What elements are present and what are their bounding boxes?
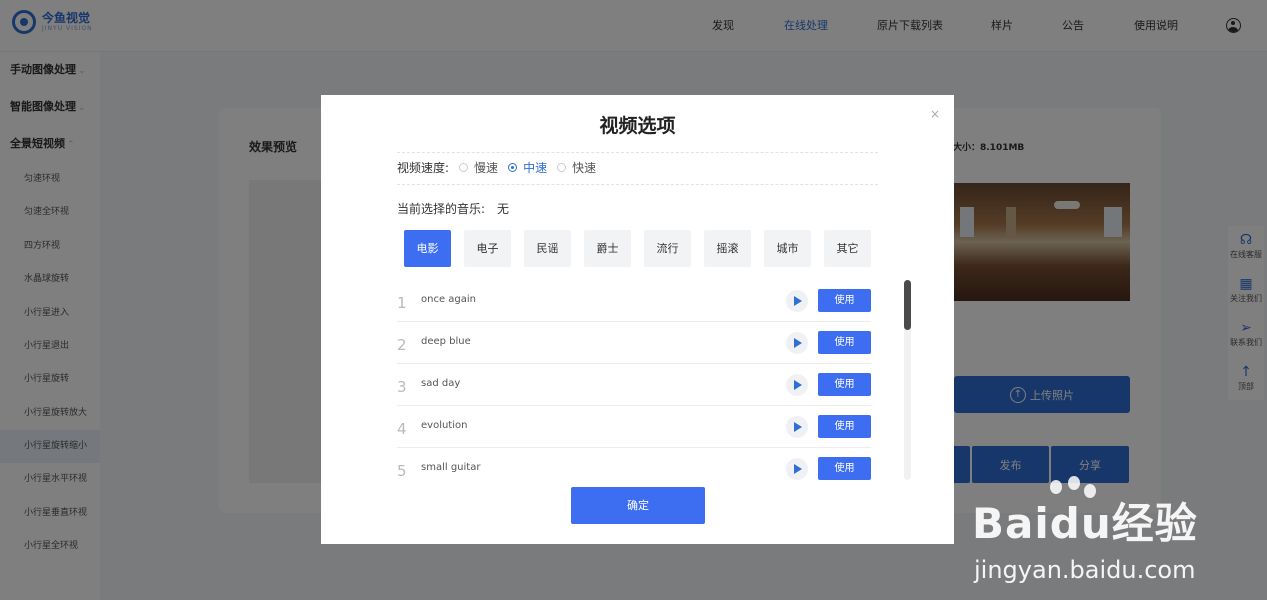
divider — [397, 184, 878, 185]
category-tab-other[interactable]: 其它 — [824, 230, 871, 267]
category-tab-city[interactable]: 城市 — [764, 230, 811, 267]
confirm-button[interactable]: 确定 — [571, 487, 705, 524]
play-icon[interactable] — [786, 416, 808, 438]
song-number: 4 — [397, 420, 407, 438]
song-row: 2 deep blue 使用 — [397, 322, 871, 364]
category-tab-movie[interactable]: 电影 — [404, 230, 451, 267]
use-song-button[interactable]: 使用 — [818, 331, 871, 354]
category-tab-rock[interactable]: 摇滚 — [704, 230, 751, 267]
play-icon[interactable] — [786, 290, 808, 312]
current-music-value: 无 — [497, 202, 510, 216]
song-number: 3 — [397, 378, 407, 396]
song-name: deep blue — [421, 336, 471, 347]
current-music: 当前选择的音乐: 无 — [397, 200, 509, 217]
category-tab-jazz[interactable]: 爵士 — [584, 230, 631, 267]
use-song-button[interactable]: 使用 — [818, 457, 871, 480]
play-icon[interactable] — [786, 374, 808, 396]
category-tab-electronic[interactable]: 电子 — [464, 230, 511, 267]
use-song-button[interactable]: 使用 — [818, 415, 871, 438]
play-icon[interactable] — [786, 458, 808, 480]
speed-radio-slow[interactable]: 慢速 — [459, 159, 498, 176]
use-song-button[interactable]: 使用 — [818, 289, 871, 312]
speed-label: 视频速度: — [397, 161, 450, 175]
song-number: 2 — [397, 336, 407, 354]
song-name: small guitar — [421, 462, 481, 473]
watermark-url: jingyan.baidu.com — [974, 556, 1196, 584]
speed-row: 视频速度: 慢速 中速 快速 — [397, 159, 596, 176]
category-tab-folk[interactable]: 民谣 — [524, 230, 571, 267]
category-tab-pop[interactable]: 流行 — [644, 230, 691, 267]
speed-radio-medium[interactable]: 中速 — [508, 159, 547, 176]
song-row: 4 evolution 使用 — [397, 406, 871, 448]
song-list-scrollbar[interactable] — [904, 280, 911, 480]
play-icon[interactable] — [786, 332, 808, 354]
video-options-dialog: 视频选项 × 视频速度: 慢速 中速 快速 当前选择的音乐: 无 电影 电子 民谣… — [321, 95, 954, 544]
dialog-title: 视频选项 — [599, 115, 676, 137]
baidu-jingyan-watermark: Baidu经验 jingyan.baidu.com — [972, 476, 1262, 598]
song-name: once again — [421, 294, 477, 305]
song-row: 1 once again 使用 — [397, 280, 871, 322]
song-number: 1 — [397, 294, 407, 312]
close-icon[interactable]: × — [930, 107, 940, 121]
song-row: 5 small guitar 使用 — [397, 448, 871, 490]
song-name: sad day — [421, 378, 461, 389]
scrollbar-thumb[interactable] — [904, 280, 911, 330]
song-number: 5 — [397, 462, 407, 480]
watermark-logo: Baidu经验 — [972, 499, 1198, 548]
use-song-button[interactable]: 使用 — [818, 373, 871, 396]
speed-radio-fast[interactable]: 快速 — [557, 159, 596, 176]
song-name: evolution — [421, 420, 468, 431]
divider — [397, 152, 878, 153]
song-row: 3 sad day 使用 — [397, 364, 871, 406]
current-music-label: 当前选择的音乐: — [397, 202, 486, 216]
